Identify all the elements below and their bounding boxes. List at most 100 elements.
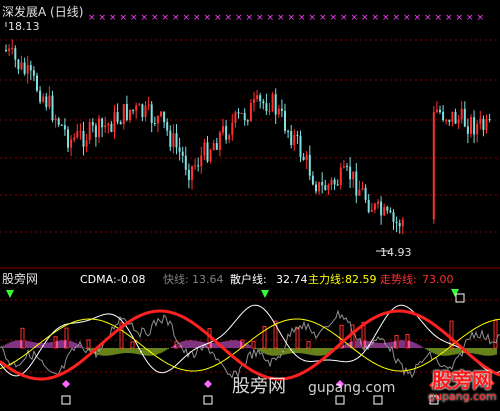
candle-body: [383, 207, 386, 216]
candle-body: [169, 130, 172, 147]
indicator-name: 股旁网: [2, 272, 39, 286]
candle-body: [432, 112, 435, 220]
candle-body: [23, 62, 26, 74]
candle-body: [358, 189, 361, 196]
buy-arrow-icon: [451, 289, 459, 297]
candle-body: [386, 207, 389, 211]
chart-window[interactable]: × × × × × × × × × × × × × × × × × × × × × × × × × × × × × × × × × × × × × × 深…: [0, 0, 500, 411]
candle-body: [336, 184, 339, 186]
candle-body: [48, 95, 51, 108]
candle-body: [377, 201, 379, 204]
candle-body: [181, 151, 184, 156]
candle-body: [442, 111, 445, 120]
candle-body: [296, 134, 299, 136]
candle-body: [361, 187, 364, 190]
trend-label: 走势线:: [380, 273, 417, 286]
candle-body: [268, 110, 271, 112]
signal-marker: ×: [120, 13, 128, 23]
candle-body: [203, 142, 206, 156]
candle-body: [352, 171, 355, 180]
candle-body: [439, 109, 441, 112]
candle-body: [355, 171, 358, 196]
signal-marker: ×: [330, 13, 338, 23]
signal-marker: ×: [130, 13, 138, 23]
fast-value: 13.64: [192, 273, 224, 286]
candle-body: [73, 137, 76, 140]
candle-body: [144, 105, 147, 118]
signal-marker: ×: [477, 13, 485, 23]
candle-body: [113, 112, 116, 132]
candle-body: [435, 109, 438, 113]
candle-body: [17, 59, 20, 70]
main-value: 82.59: [345, 273, 377, 286]
candle-body: [163, 111, 166, 123]
candle-body: [243, 112, 246, 121]
signal-marker: ×: [372, 13, 380, 23]
candle-body: [150, 104, 153, 123]
signal-box: [61, 395, 71, 405]
signal-marker: ×: [382, 13, 390, 23]
signal-marker: ×: [204, 13, 212, 23]
candle-body: [479, 118, 482, 124]
chart-canvas[interactable]: × × × × × × × × × × × × × × × × × × × × × × × × × × × × × × × × × × × × × ×: [0, 0, 500, 411]
candle-body: [175, 133, 178, 148]
candle-body: [94, 125, 97, 138]
signal-marker: ×: [403, 13, 411, 23]
candle-body: [32, 70, 35, 76]
candle-body: [20, 62, 23, 70]
candle-body: [110, 123, 113, 132]
candle-body: [141, 104, 144, 118]
candle-body: [299, 135, 302, 157]
trend-value: 73.00: [422, 273, 454, 286]
signal-marker: ×: [99, 13, 107, 23]
signal-marker: ×: [277, 13, 285, 23]
candle-body: [315, 184, 317, 192]
candle-body: [153, 122, 156, 124]
signal-marker: ×: [424, 13, 432, 23]
fast-label: 快线:: [163, 273, 189, 286]
candle-body: [57, 118, 60, 125]
candle-body: [135, 105, 138, 111]
signal-marker: ×: [214, 13, 222, 23]
candle-body: [88, 122, 91, 141]
signal-marker: ×: [183, 13, 191, 23]
candle-body: [253, 99, 255, 103]
candle-body: [231, 122, 234, 136]
candle-body: [470, 117, 472, 134]
candle-body: [234, 112, 237, 123]
candle-body: [274, 94, 277, 115]
candle-body: [280, 108, 283, 111]
retail-label: 散户线:: [230, 273, 267, 286]
max-price-label: 18.13: [8, 20, 40, 33]
candle-body: [5, 50, 7, 51]
candle-body: [473, 117, 476, 135]
candle-body: [116, 112, 119, 123]
candle-body: [339, 167, 342, 186]
badge-title: 股旁网: [432, 368, 492, 392]
candle-body: [222, 126, 224, 133]
candle-body: [138, 104, 141, 106]
signal-marker: ×: [445, 13, 453, 23]
candle-body: [63, 125, 66, 130]
signal-marker: ×: [319, 13, 327, 23]
candle-body: [45, 96, 48, 108]
candle-body: [166, 122, 169, 131]
watermark-url: gupang.com: [308, 380, 396, 396]
candle-body: [277, 108, 280, 115]
candle-body: [14, 48, 17, 60]
signal-marker: ×: [235, 13, 243, 23]
candle-body: [200, 155, 203, 167]
candle-body: [380, 201, 383, 216]
candle-body: [367, 199, 370, 212]
volume-block: [130, 341, 135, 349]
candle-body: [187, 169, 190, 180]
signal-marker: ×: [466, 13, 474, 23]
candle-body: [290, 131, 293, 145]
candle-body: [215, 143, 218, 150]
retail-value: 32.74: [276, 273, 308, 286]
candle-body: [327, 184, 330, 191]
signal-marker: ×: [141, 13, 149, 23]
signal-marker: ×: [435, 13, 443, 23]
candle-body: [370, 209, 373, 212]
candle-body: [342, 166, 345, 168]
